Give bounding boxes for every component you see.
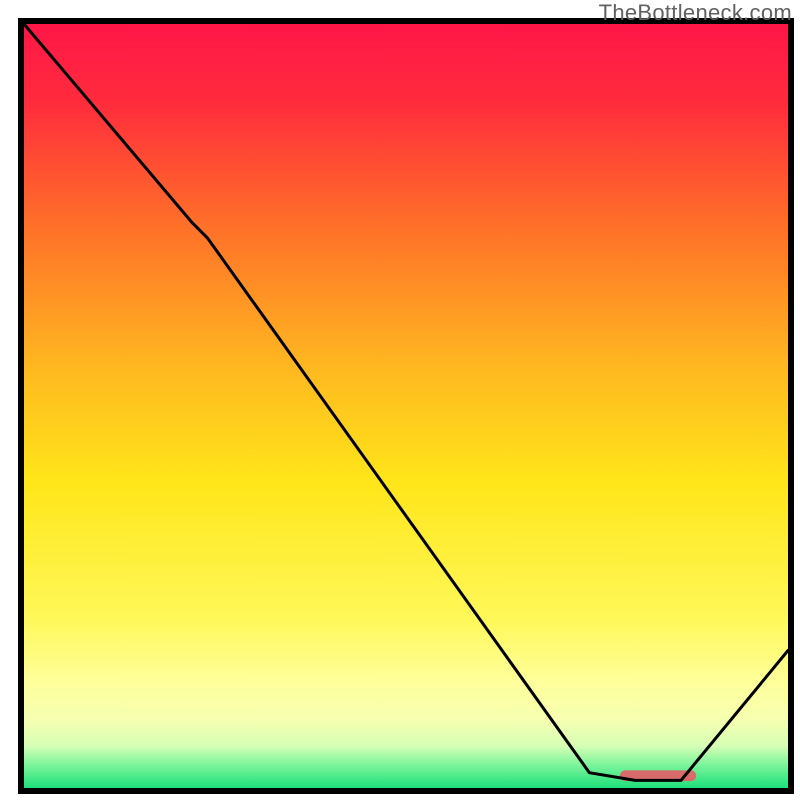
chart-background (24, 24, 788, 788)
chart-frame (18, 18, 794, 794)
watermark-text: TheBottleneck.com (599, 0, 792, 26)
chart-svg (24, 24, 788, 788)
